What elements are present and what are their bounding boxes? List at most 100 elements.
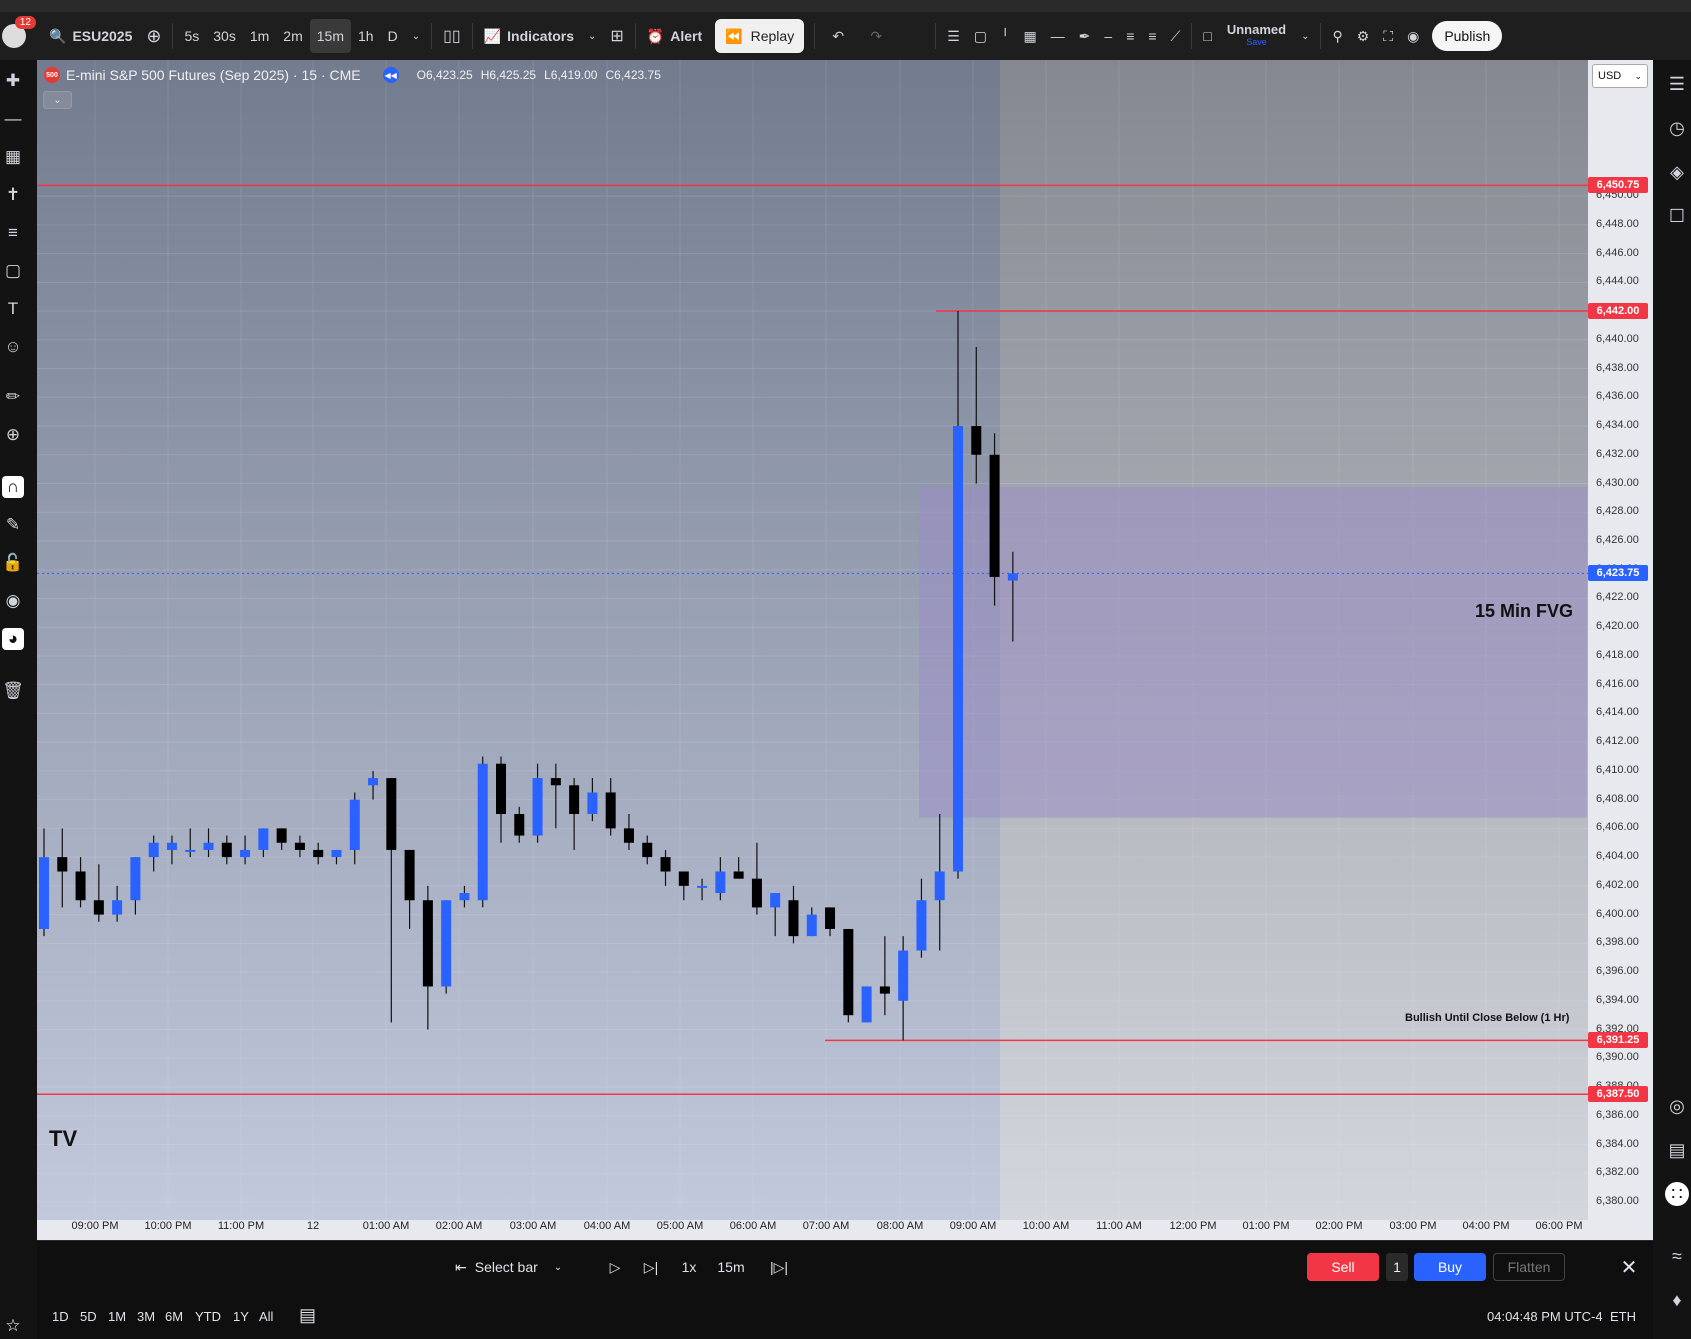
drawing-tool-hline[interactable]: — (1044, 19, 1072, 53)
signal-icon[interactable]: ≈ (1665, 1244, 1689, 1268)
calendar-icon[interactable]: ▤ (1665, 1138, 1689, 1162)
goto-date-button[interactable]: ▤ (299, 1305, 316, 1326)
sell-button[interactable]: Sell (1307, 1253, 1379, 1281)
emoji-icon[interactable]: ☺ (2, 336, 24, 358)
chart-canvas[interactable]: TV (37, 60, 1653, 1240)
range-ytd[interactable]: YTD (195, 1309, 221, 1324)
undo-button[interactable]: ↶ (819, 19, 857, 53)
drawing-tool-brush[interactable]: ✒ (1072, 19, 1098, 53)
price-axis-label: 6,422.00 (1596, 591, 1639, 604)
drawing-tool-grid[interactable]: ▦ (1016, 19, 1043, 53)
interval-1h[interactable]: 1h (351, 19, 381, 53)
interval-30s[interactable]: 30s (206, 19, 243, 53)
range-6m[interactable]: 6M (165, 1309, 183, 1324)
fib-grid-icon[interactable]: ▦ (2, 146, 24, 168)
drawing-tool-ray[interactable]: – (1097, 19, 1119, 53)
flatten-button[interactable]: Flatten (1493, 1253, 1565, 1281)
buy-button[interactable]: Buy (1414, 1253, 1486, 1281)
replay-interval-button[interactable]: 15m (713, 1253, 749, 1281)
globe-icon[interactable]: ◕ (2, 628, 24, 650)
range-all[interactable]: All (259, 1309, 273, 1324)
bell-icon[interactable]: ♦ (1665, 1288, 1689, 1312)
clock-display[interactable]: 04:04:48 PM UTC-4 (1487, 1309, 1603, 1324)
candles-icon: ▯▯ (443, 28, 461, 45)
compare-symbol-button[interactable]: ⊕ (139, 19, 168, 53)
alerts-clock-icon[interactable]: ◷ (1665, 116, 1689, 140)
range-5d[interactable]: 5D (80, 1309, 97, 1324)
interval-dropdown[interactable]: ⌄ (405, 19, 427, 53)
settings-button[interactable]: ⚙ (1350, 19, 1377, 53)
range-1m[interactable]: 1M (108, 1309, 126, 1324)
drawing-tool-lines[interactable]: ☰ (940, 19, 967, 53)
publish-button[interactable]: Publish (1432, 21, 1503, 51)
snapshot-button[interactable]: ◉ (1400, 19, 1426, 53)
range-1d[interactable]: 1D (52, 1309, 69, 1324)
trash-icon[interactable]: 🗑 (2, 680, 24, 702)
crosshair-icon[interactable]: ✚ (2, 70, 24, 92)
ruler-icon[interactable]: ✏ (2, 386, 24, 408)
watchlist-icon[interactable]: ☰ (1665, 72, 1689, 96)
step-forward-button[interactable]: ▷| (639, 1253, 663, 1281)
layout-checkbox[interactable]: □ (1196, 19, 1218, 53)
indicators-button[interactable]: 📈 Indicators ⌄ (477, 19, 604, 53)
magnet-icon[interactable]: ∩ (2, 476, 24, 498)
legend-collapse-button[interactable]: ⌄ (43, 91, 72, 109)
close-replay-button[interactable]: ✕ (1617, 1253, 1641, 1281)
session-toggle[interactable]: ETH (1610, 1309, 1636, 1324)
target-icon[interactable]: ◎ (1665, 1094, 1689, 1118)
interval-1m[interactable]: 1m (243, 19, 276, 53)
layout-dropdown[interactable]: ⌄ (1294, 19, 1316, 53)
text-icon[interactable]: T (2, 298, 24, 320)
drawing-tool-rectangle[interactable]: ▢ (967, 19, 994, 53)
quantity-field[interactable]: 1 (1386, 1253, 1408, 1281)
range-3m[interactable]: 3M (137, 1309, 155, 1324)
divider (471, 23, 473, 49)
notification-badge: 12 (14, 16, 36, 29)
symbol-search[interactable]: 🔍 ESU2025 (42, 19, 139, 53)
chart-pane[interactable]: TV (37, 60, 1653, 1240)
eye-icon[interactable]: ◉ (2, 590, 24, 612)
candle-body (57, 857, 68, 872)
drawing-tool-fib[interactable]: ≡ (1141, 19, 1163, 53)
interval-15m[interactable]: 15m (309, 19, 351, 53)
quick-search-button[interactable]: ⚲ (1325, 19, 1349, 53)
play-button[interactable]: ▷ (603, 1253, 627, 1281)
currency-select[interactable]: USD ⌄ (1592, 64, 1648, 88)
forecast-icon[interactable]: ≡ (2, 222, 24, 244)
legend-title[interactable]: E-mini S&P 500 Futures (Sep 2025) · 15 ·… (66, 67, 361, 83)
apps-grid-icon[interactable]: ∷ (1665, 1182, 1689, 1206)
redo-button[interactable]: ↷ (857, 19, 895, 53)
candle-body (569, 785, 580, 815)
replay-button[interactable]: ⏪ Replay (715, 19, 805, 53)
jump-to-realtime-button[interactable]: |▷| (767, 1253, 791, 1281)
lock-drawings-icon[interactable]: ✎ (2, 514, 24, 536)
alert-button[interactable]: ⏰ Alert (640, 19, 709, 53)
layers-icon[interactable]: ◈ (1665, 160, 1689, 184)
interval-2m[interactable]: 2m (276, 19, 309, 53)
undo-icon: ↶ (832, 27, 845, 44)
pattern-icon[interactable]: ✝ (2, 184, 24, 206)
drawing-tool-channel[interactable]: ≡ (1119, 19, 1141, 53)
star-icon[interactable]: ☆ (2, 1315, 24, 1337)
price-axis-label: 6,382.00 (1596, 1166, 1639, 1179)
shape-icon[interactable]: ▢ (2, 260, 24, 282)
chart-type-button[interactable]: ▯▯ (436, 19, 468, 53)
zoom-icon[interactable]: ⊕ (2, 424, 24, 446)
interval-5s[interactable]: 5s (177, 19, 206, 53)
layout-name-button[interactable]: Unnamed Save (1219, 23, 1294, 49)
fullscreen-button[interactable]: ⛶ (1376, 19, 1400, 53)
replay-indicator-icon[interactable]: ◀◀ (382, 67, 399, 83)
select-bar-button[interactable]: ⇤ Select bar ⌄ (455, 1253, 562, 1281)
chevron-down-icon: ⌄ (588, 30, 597, 42)
templates-button[interactable]: ⊞ (603, 19, 630, 53)
drawing-tool-vertical[interactable]: ╵ (994, 19, 1016, 53)
chat-icon[interactable]: ☐ (1665, 204, 1689, 228)
interval-d[interactable]: D (381, 19, 405, 53)
lock-icon[interactable]: 🔓 (2, 552, 24, 574)
price-level-tag: 6,450.75 (1588, 177, 1648, 194)
trendline-icon[interactable]: — (2, 108, 24, 130)
range-1y[interactable]: 1Y (233, 1309, 249, 1324)
drawing-tool-trend[interactable]: ⟋ (1164, 19, 1188, 53)
user-avatar[interactable]: 12 (2, 16, 36, 48)
speed-button[interactable]: 1x (677, 1253, 701, 1281)
